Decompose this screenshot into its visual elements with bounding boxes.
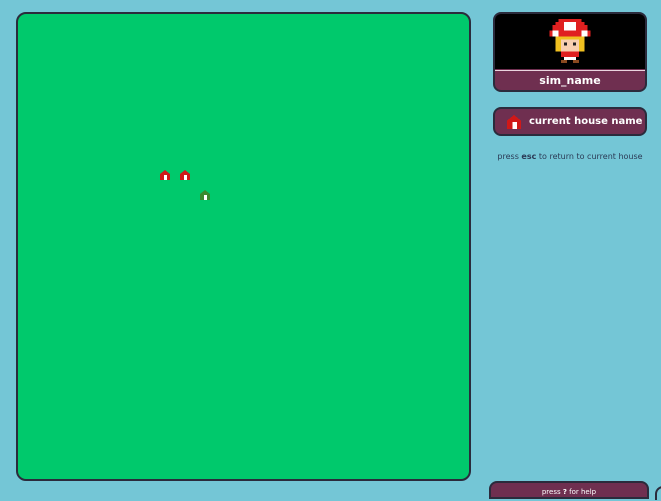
house-icon (507, 115, 521, 129)
esc-hint-text: press esc to return to current house (497, 152, 643, 161)
house-marker-red[interactable] (160, 170, 170, 180)
current-house-label: current house name (529, 116, 643, 127)
house-marker-green[interactable] (200, 190, 210, 200)
house-icon (160, 170, 170, 180)
current-house-button[interactable]: current house name (493, 107, 647, 136)
sim-profile-card: sim_name (493, 12, 647, 92)
avatar (495, 14, 645, 69)
house-marker-red[interactable] (180, 170, 190, 180)
corner-panel-edge (655, 486, 661, 500)
house-icon (180, 170, 190, 180)
esc-key: esc (521, 152, 537, 161)
sim-name-label: sim_name (495, 70, 645, 90)
mushroom-character-icon (549, 19, 591, 63)
help-button[interactable]: press ? for help (489, 481, 649, 499)
world-map[interactable] (16, 12, 471, 481)
house-icon (200, 190, 210, 200)
